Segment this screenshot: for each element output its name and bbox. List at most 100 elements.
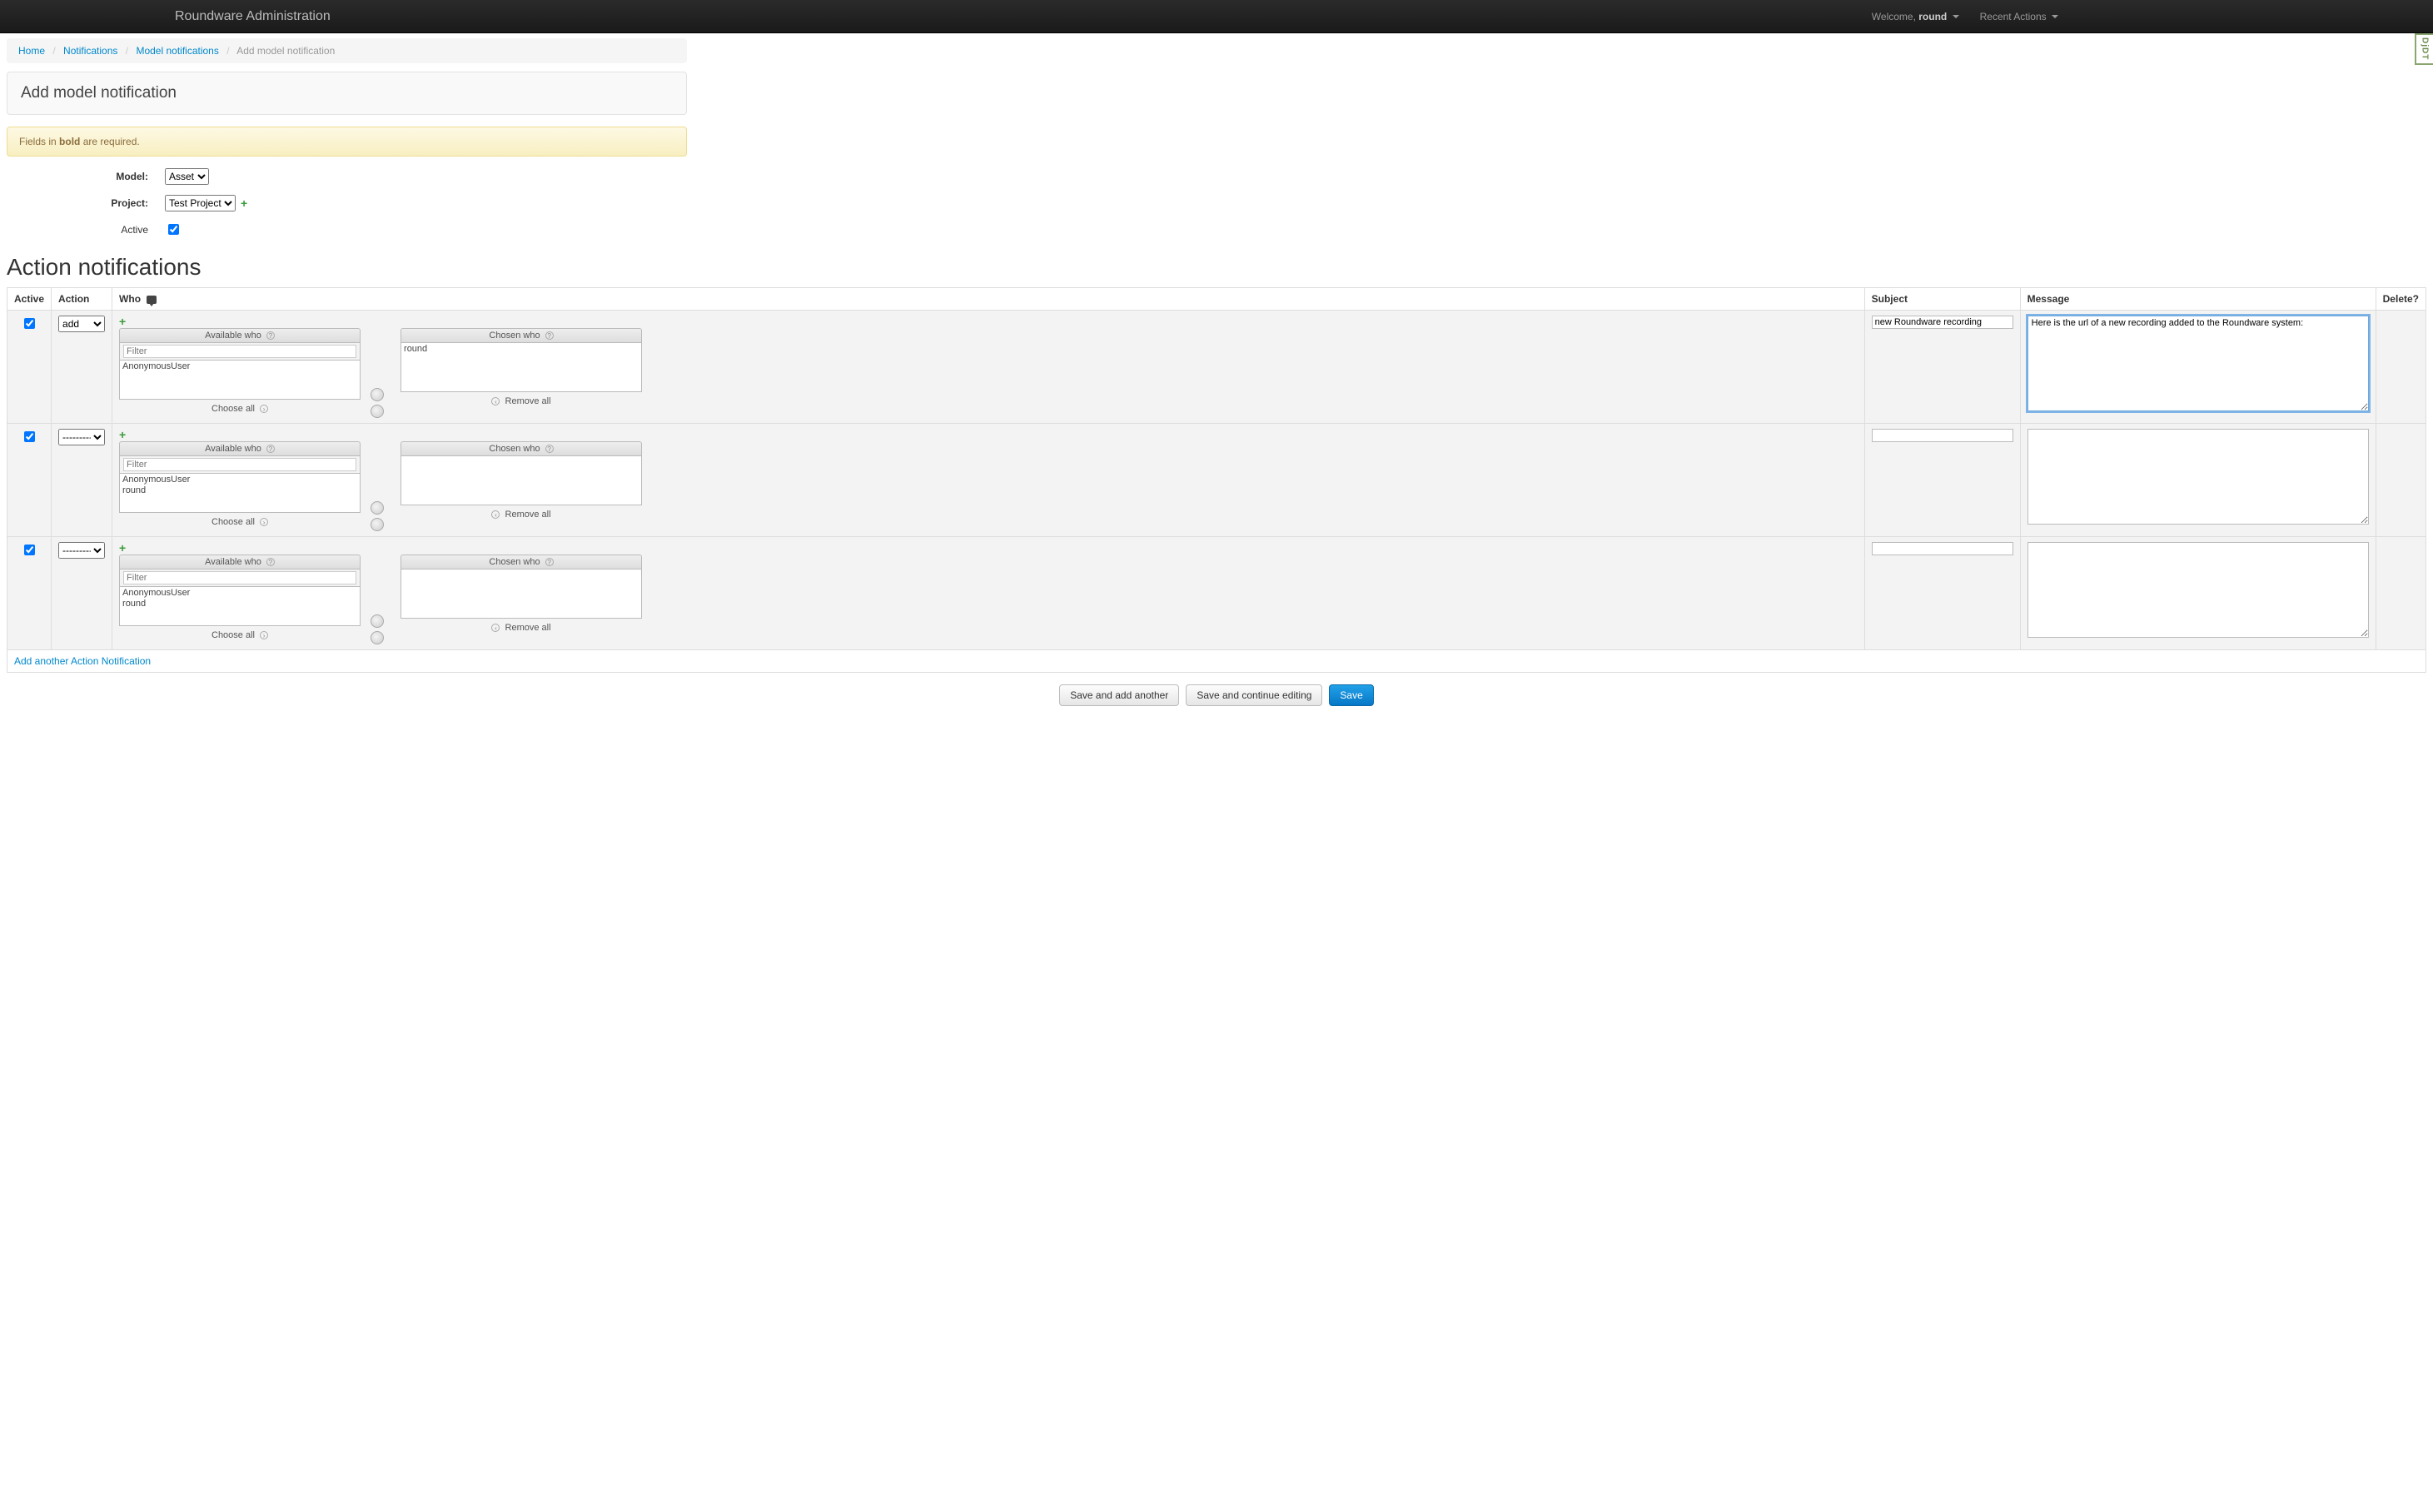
list-item[interactable]: round [122,485,357,496]
message-textarea[interactable] [2028,429,2369,525]
remove-all-button[interactable]: ‹ Remove all [401,505,642,524]
comment-icon [147,296,157,304]
th-action: Action [52,288,112,311]
message-textarea[interactable] [2028,542,2369,638]
breadcrumb-notifications[interactable]: Notifications [63,45,117,57]
help-icon[interactable]: ? [266,331,275,340]
action-notifications-table: Active Action Who Subject Message Delete… [7,287,2426,673]
arrow-right-icon: › [260,631,268,639]
recent-actions-dropdown[interactable]: Recent Actions [1980,11,2058,22]
th-delete: Delete? [2376,288,2426,311]
active-checkbox[interactable] [168,224,179,235]
inline-section-title: Action notifications [7,254,2433,281]
choose-all-button[interactable]: Choose all › [119,626,361,644]
add-another-action-notification[interactable]: Add another Action Notification [14,655,151,667]
welcome-username: round [1918,11,1947,22]
who-filter-input[interactable] [123,571,356,584]
who-selector: Available who ? AnonymousUser Choose all ›… [119,328,1858,418]
available-who-header: Available who ? [119,555,361,569]
row-action-select[interactable]: --------- [58,429,105,445]
subject-input[interactable] [1872,316,2013,329]
move-left-button[interactable] [371,518,384,531]
available-who-header: Available who ? [119,441,361,455]
chosen-who-list[interactable]: round [401,342,642,392]
save-continue-button[interactable]: Save and continue editing [1186,684,1322,706]
project-label: Project: [7,197,165,209]
row-action-select[interactable]: add [58,316,105,332]
recent-actions-label: Recent Actions [1980,11,2047,22]
alert-post: are required. [80,136,139,147]
subject-input[interactable] [1872,542,2013,555]
django-debug-toolbar-handle[interactable]: DjDT [2415,33,2433,65]
page-title: Add model notification [21,84,673,102]
chosen-who-header: Chosen who ? [401,555,642,569]
active-label: Active [7,224,165,236]
alert-bold: bold [59,136,80,147]
required-alert: Fields in bold are required. [7,127,687,157]
chosen-who-list[interactable] [401,455,642,505]
list-item[interactable]: round [404,344,639,355]
chosen-who-list[interactable] [401,569,642,619]
move-right-button[interactable] [371,614,384,628]
table-row: add +Available who ? AnonymousUser Choose a… [7,311,2426,424]
list-item[interactable]: AnonymousUser [122,361,357,372]
subject-input[interactable] [1872,429,2013,442]
row-active-checkbox[interactable] [24,545,35,555]
breadcrumb-sep: / [52,45,55,57]
help-icon[interactable]: ? [266,558,275,566]
arrow-left-icon: ‹ [491,510,500,519]
add-who-icon[interactable]: + [119,542,126,554]
th-active: Active [7,288,52,311]
welcome-prefix: Welcome, [1872,11,1918,22]
add-project-icon[interactable]: + [241,197,247,209]
model-select[interactable]: Asset [165,168,209,185]
help-icon[interactable]: ? [266,445,275,453]
save-add-another-button[interactable]: Save and add another [1059,684,1179,706]
save-button[interactable]: Save [1329,684,1373,706]
welcome-dropdown[interactable]: Welcome, round [1872,11,1959,22]
breadcrumb-home[interactable]: Home [18,45,45,57]
th-who-text: Who [119,293,141,305]
available-who-list[interactable]: AnonymousUserround [119,473,361,513]
list-item[interactable]: round [122,599,357,609]
row-active-checkbox[interactable] [24,318,35,329]
navbar: Roundware Administration Welcome, round … [0,0,2433,33]
table-row: --------- +Available who ? AnonymousUserro… [7,537,2426,650]
add-who-icon[interactable]: + [119,316,126,327]
help-icon[interactable]: ? [545,331,554,340]
move-left-button[interactable] [371,405,384,418]
caret-icon [2052,15,2058,18]
arrow-left-icon: ‹ [491,397,500,405]
available-who-list[interactable]: AnonymousUserround [119,586,361,626]
breadcrumb-model-notifications[interactable]: Model notifications [136,45,218,57]
breadcrumb-sep: / [226,45,229,57]
available-who-list[interactable]: AnonymousUser [119,360,361,400]
remove-all-button[interactable]: ‹ Remove all [401,619,642,637]
move-right-button[interactable] [371,388,384,401]
th-subject: Subject [1864,288,2020,311]
move-left-button[interactable] [371,631,384,644]
who-filter-input[interactable] [123,458,356,471]
row-active-checkbox[interactable] [24,431,35,442]
add-who-icon[interactable]: + [119,429,126,440]
who-filter-input[interactable] [123,345,356,358]
arrow-left-icon: ‹ [491,624,500,632]
help-icon[interactable]: ? [545,445,554,453]
breadcrumb-sep: / [126,45,128,57]
remove-all-button[interactable]: ‹ Remove all [401,392,642,410]
move-right-button[interactable] [371,501,384,515]
list-item[interactable]: AnonymousUser [122,588,357,599]
brand: Roundware Administration [175,9,331,24]
chosen-who-header: Chosen who ? [401,441,642,455]
choose-all-button[interactable]: Choose all › [119,400,361,418]
project-select[interactable]: Test Project [165,195,236,211]
arrow-right-icon: › [260,518,268,526]
list-item[interactable]: AnonymousUser [122,475,357,485]
choose-all-button[interactable]: Choose all › [119,513,361,531]
who-selector: Available who ?AnonymousUserroundChoose … [119,441,1858,531]
caret-icon [1953,15,1959,18]
available-who-header: Available who ? [119,328,361,342]
help-icon[interactable]: ? [545,558,554,566]
message-textarea[interactable] [2028,316,2369,411]
row-action-select[interactable]: --------- [58,542,105,559]
